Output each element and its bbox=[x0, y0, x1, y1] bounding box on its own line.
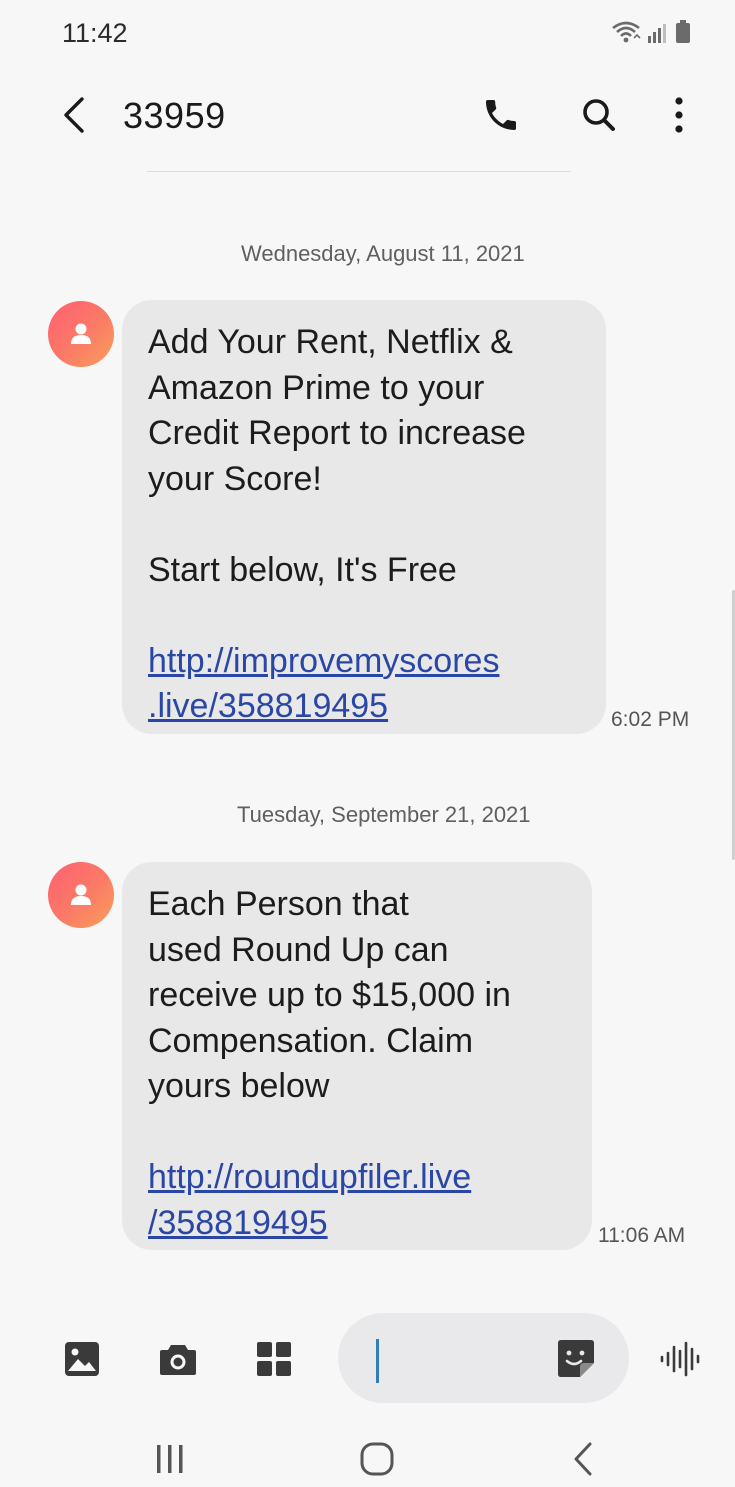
header-divider bbox=[147, 171, 571, 172]
camera-button[interactable] bbox=[156, 1337, 200, 1381]
home-button[interactable] bbox=[347, 1439, 407, 1479]
wifi-icon bbox=[612, 21, 641, 43]
message-text-line: used Round Up can bbox=[148, 930, 449, 969]
system-back-button[interactable] bbox=[553, 1439, 613, 1479]
app-bar: 33959 bbox=[0, 75, 735, 160]
sticker-button[interactable] bbox=[554, 1337, 598, 1381]
message-text-line: Credit Report to increase bbox=[148, 414, 526, 452]
text-cursor bbox=[376, 1339, 379, 1383]
recent-apps-button[interactable] bbox=[140, 1439, 200, 1479]
battery-icon bbox=[676, 20, 690, 43]
voice-input-button[interactable] bbox=[656, 1335, 704, 1383]
more-options-button[interactable] bbox=[655, 91, 703, 139]
conversation-title: 33959 bbox=[123, 95, 226, 136]
status-icons bbox=[611, 20, 691, 44]
avatar[interactable] bbox=[48, 301, 114, 367]
sticker-icon bbox=[558, 1340, 594, 1377]
avatar[interactable] bbox=[48, 862, 114, 928]
message-text-line: Start below, It's Free bbox=[148, 550, 457, 589]
message-link[interactable]: http://roundupfiler.live bbox=[148, 1158, 471, 1196]
recent-apps-icon bbox=[157, 1445, 183, 1473]
composer bbox=[0, 1305, 735, 1415]
grid-icon bbox=[257, 1342, 291, 1376]
status-time: 11:42 bbox=[62, 18, 128, 48]
message-bubble[interactable]: Add Your Rent, Netflix & Amazon Prime to… bbox=[122, 300, 606, 734]
message-bubble[interactable]: Each Person that used Round Up can recei… bbox=[122, 862, 592, 1250]
message-link[interactable]: /358819495 bbox=[148, 1204, 328, 1242]
status-bar: 11:42 bbox=[0, 0, 735, 70]
message-timestamp: 11:06 AM bbox=[598, 1224, 686, 1247]
message-link[interactable]: .live/358819495 bbox=[148, 687, 388, 725]
message-text-line: Amazon Prime to your bbox=[148, 368, 485, 407]
system-nav-bar bbox=[0, 1427, 735, 1487]
message-link[interactable]: http://improvemyscores bbox=[148, 642, 499, 680]
message-input-container[interactable] bbox=[338, 1313, 629, 1403]
person-icon bbox=[71, 323, 91, 344]
back-chevron-icon bbox=[574, 1442, 592, 1476]
apps-button[interactable] bbox=[252, 1337, 296, 1381]
camera-icon bbox=[160, 1345, 196, 1375]
message-text-line: Each Person that bbox=[148, 885, 409, 923]
signal-icon bbox=[648, 24, 666, 43]
date-separator: Tuesday, September 21, 2021 bbox=[237, 802, 531, 827]
message-text-line: Compensation. Claim bbox=[148, 1021, 474, 1060]
message-text-line: Add Your Rent, Netflix & bbox=[148, 323, 513, 361]
back-arrow-icon bbox=[64, 97, 84, 133]
date-separator: Wednesday, August 11, 2021 bbox=[241, 241, 525, 266]
voice-waveform-icon bbox=[660, 1341, 700, 1377]
search-button[interactable] bbox=[575, 91, 623, 139]
message-text-line: yours below bbox=[148, 1067, 330, 1105]
gallery-button[interactable] bbox=[60, 1337, 104, 1381]
home-icon bbox=[360, 1442, 394, 1476]
search-icon bbox=[583, 99, 615, 131]
person-icon bbox=[71, 884, 91, 905]
call-button[interactable] bbox=[477, 91, 525, 139]
message-input[interactable] bbox=[372, 1335, 546, 1383]
phone-icon bbox=[486, 100, 516, 130]
message-text-line: your Score! bbox=[148, 459, 322, 498]
message-text-line: receive up to $15,000 in bbox=[148, 976, 511, 1014]
message-timestamp: 6:02 PM bbox=[611, 708, 690, 731]
image-icon bbox=[65, 1342, 99, 1376]
more-vertical-icon bbox=[675, 97, 683, 133]
back-button[interactable] bbox=[52, 93, 96, 137]
